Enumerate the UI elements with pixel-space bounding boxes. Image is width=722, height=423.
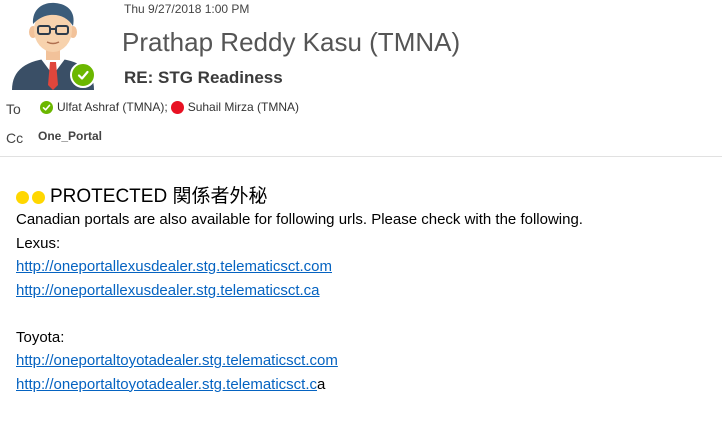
intro-text: Canadian portals are also available for … — [16, 211, 583, 228]
lexus-link-com[interactable]: http://oneportallexusdealer.stg.telemati… — [16, 258, 332, 275]
recipient-ulfat-ashraf[interactable]: Ulfat Ashraf (TMNA); — [57, 100, 168, 114]
toyota-link-ca-tail: a — [317, 375, 326, 393]
sender-presence-available-icon — [70, 62, 96, 88]
sender-name[interactable]: Prathap Reddy Kasu (TMNA) — [122, 27, 460, 58]
protected-classification: PROTECTED 関係者外秘 — [16, 186, 716, 208]
cc-recipient-one-portal[interactable]: One_Portal — [38, 129, 102, 143]
recipient-suhail-mirza[interactable]: Suhail Mirza (TMNA) — [188, 100, 299, 114]
busy-presence-icon — [170, 100, 184, 114]
yellow-dot-icon — [32, 190, 45, 204]
available-presence-icon — [40, 100, 53, 114]
email-subject: RE: STG Readiness — [124, 68, 283, 87]
to-label: To — [6, 101, 21, 117]
lexus-link-ca[interactable]: http://oneportallexusdealer.stg.telemati… — [16, 282, 320, 299]
toyota-link-ca[interactable]: http://oneportaltoyotadealer.stg.telemat… — [16, 376, 317, 393]
lexus-label: Lexus: — [16, 234, 61, 252]
toyota-label: Toyota: — [16, 328, 65, 346]
yellow-dot-icon — [16, 190, 29, 204]
header-divider — [0, 156, 722, 157]
message-body: PROTECTED 関係者外秘 Canadian portals are als… — [16, 186, 716, 396]
to-recipients: Ulfat Ashraf (TMNA); Suhail Mirza (TMNA) — [40, 100, 299, 114]
toyota-link-com[interactable]: http://oneportaltoyotadealer.stg.telemat… — [16, 352, 338, 369]
sent-timestamp: Thu 9/27/2018 1:00 PM — [124, 2, 250, 16]
protected-label: PROTECTED 関係者外秘 — [50, 186, 268, 207]
cc-label: Cc — [6, 130, 24, 146]
